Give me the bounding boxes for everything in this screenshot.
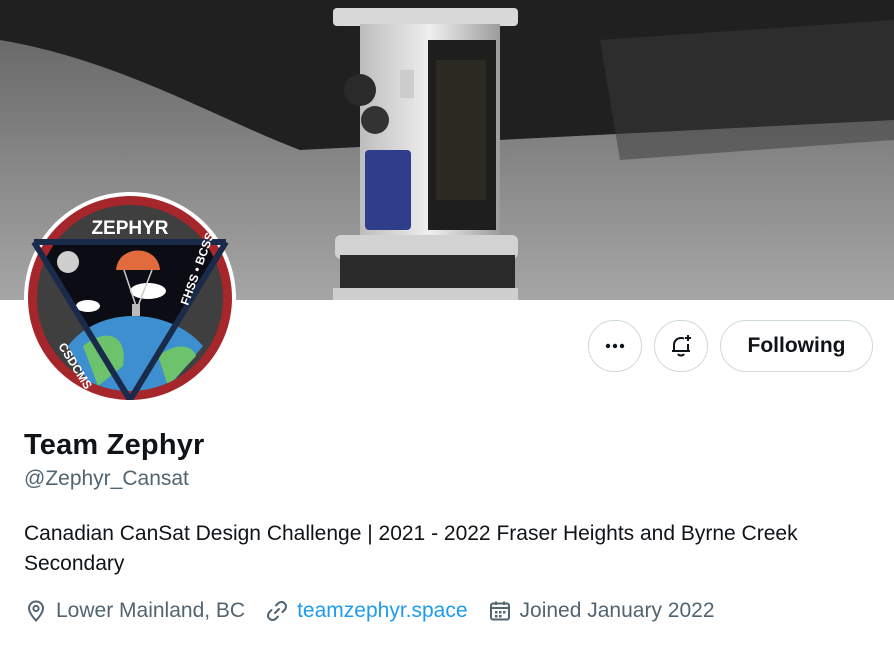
bell-plus-icon xyxy=(672,335,691,357)
location-pin-icon xyxy=(27,600,45,622)
location-item: Lower Mainland, BC xyxy=(24,599,245,623)
more-icon xyxy=(605,343,625,349)
avatar-badge-title: ZEPHYR xyxy=(91,218,168,239)
profile-meta: Lower Mainland, BC teamzephyr.space Join… xyxy=(24,596,735,626)
link-icon xyxy=(267,601,288,621)
location-text: Lower Mainland, BC xyxy=(56,599,246,622)
notifications-button[interactable] xyxy=(654,320,708,372)
following-button[interactable]: Following xyxy=(720,320,873,372)
display-name: Team Zephyr xyxy=(24,429,205,461)
profile-avatar[interactable]: ZEPHYR CSDCMS FHSS • BCSS xyxy=(24,192,236,404)
more-button[interactable] xyxy=(588,320,642,372)
profile-bio: Canadian CanSat Design Challenge | 2021 … xyxy=(24,522,798,575)
mission-patch-image: ZEPHYR CSDCMS FHSS • BCSS xyxy=(28,196,232,400)
joined-text: Joined January 2022 xyxy=(519,599,715,622)
calendar-icon xyxy=(489,601,510,621)
joined-item: Joined January 2022 xyxy=(488,599,715,623)
user-handle: @Zephyr_Cansat xyxy=(24,467,189,490)
website-item[interactable]: teamzephyr.space xyxy=(265,599,468,623)
website-link[interactable]: teamzephyr.space xyxy=(297,599,467,623)
